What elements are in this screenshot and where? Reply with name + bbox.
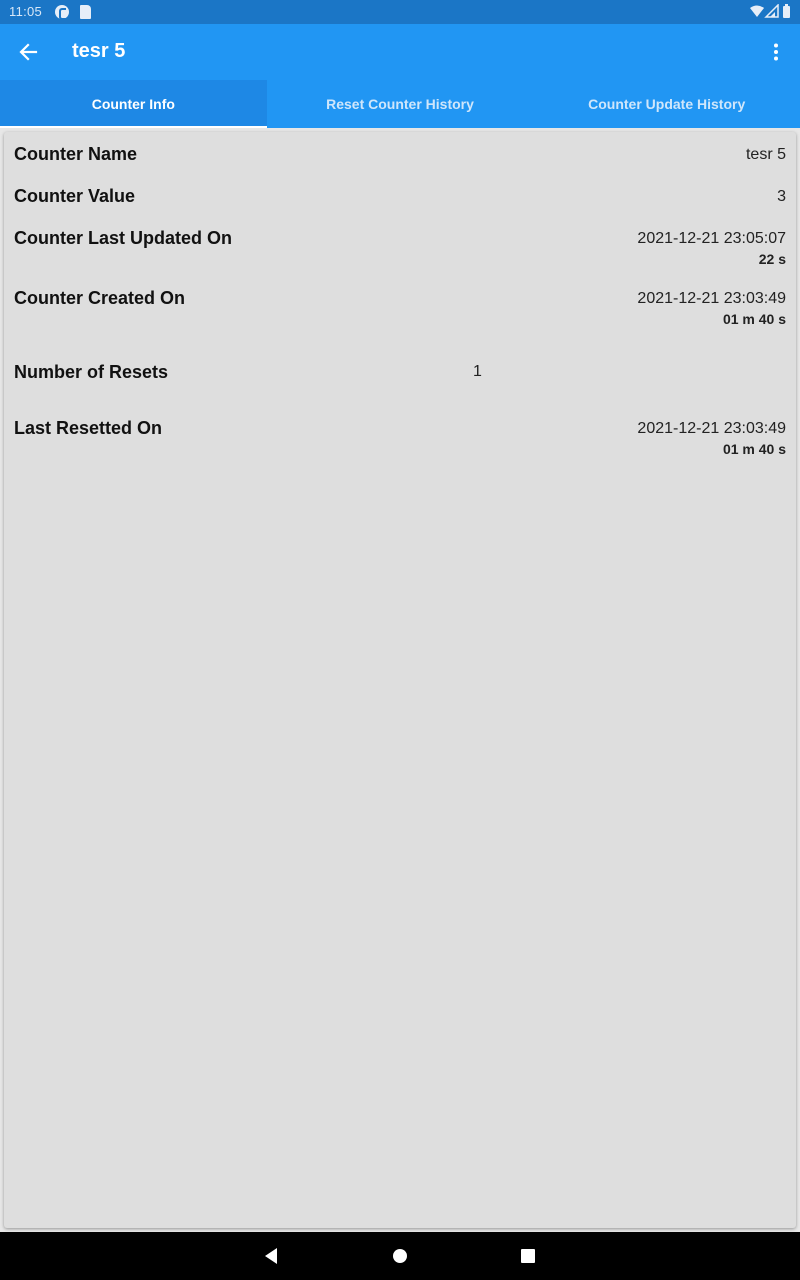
counter-name-text: tesr 5: [745, 146, 786, 163]
last-updated-ago: 22 s: [758, 251, 786, 267]
signal-icon: [764, 4, 779, 18]
app-bar: tesr 5: [0, 24, 800, 80]
back-button[interactable]: [12, 36, 44, 68]
tab-counter-info[interactable]: Counter Info: [0, 80, 267, 128]
last-reset-ago: 01 m 40 s: [722, 441, 786, 457]
status-system-icons: [750, 4, 792, 20]
counter-name-value: tesr 5: [746, 145, 786, 165]
page-title: tesr 5: [72, 40, 126, 62]
tab-counter-update-history[interactable]: Counter Update History: [533, 80, 800, 128]
created-value: 2021-12-21 23:03:49 01 m 40 s: [637, 289, 786, 329]
last-reset-value: 2021-12-21 23:03:49 01 m 40 s: [637, 419, 786, 459]
last-reset-label: Last Resetted On: [14, 418, 163, 438]
arrow-back-icon: [19, 43, 38, 61]
last-reset-datetime: 2021-12-21 23:03:49: [637, 420, 786, 437]
status-bar: 11:05: [0, 0, 800, 24]
counter-value-label: Counter Value: [14, 186, 136, 206]
nav-home-button[interactable]: [390, 1246, 410, 1266]
sd-card-icon: [80, 5, 91, 19]
status-time: 11:05: [9, 4, 43, 19]
counter-value-text: 3: [777, 188, 786, 205]
last-updated-value: 2021-12-21 23:05:07 22 s: [637, 229, 786, 269]
created-datetime: 2021-12-21 23:03:49: [637, 290, 786, 307]
nav-recents-button[interactable]: [518, 1246, 538, 1266]
nav-home-icon: [393, 1249, 407, 1263]
last-updated-datetime: 2021-12-21 23:05:07: [637, 230, 786, 247]
last-updated-label: Counter Last Updated On: [14, 228, 233, 248]
tab-bar: Counter Info Reset Counter History Count…: [0, 80, 800, 128]
created-label: Counter Created On: [14, 288, 186, 308]
battery-icon: [783, 4, 790, 18]
nav-recents-icon: [521, 1249, 535, 1263]
wifi-icon: [750, 5, 764, 17]
resets-value: 1: [473, 363, 482, 380]
nav-back-button[interactable]: [261, 1246, 281, 1266]
system-nav-bar: [0, 1232, 800, 1280]
counter-name-label: Counter Name: [14, 144, 138, 164]
counter-info-card: Counter Name tesr 5 Counter Value 3 Coun…: [4, 132, 796, 1228]
more-options-button[interactable]: [764, 36, 788, 68]
app-notification-icon: [55, 5, 69, 20]
resets-label: Number of Resets: [14, 362, 169, 382]
created-ago: 01 m 40 s: [722, 311, 786, 327]
tab-reset-counter-history[interactable]: Reset Counter History: [267, 80, 534, 128]
more-vert-icon: [774, 43, 778, 61]
nav-back-icon: [265, 1248, 277, 1264]
counter-value-value: 3: [777, 187, 786, 207]
